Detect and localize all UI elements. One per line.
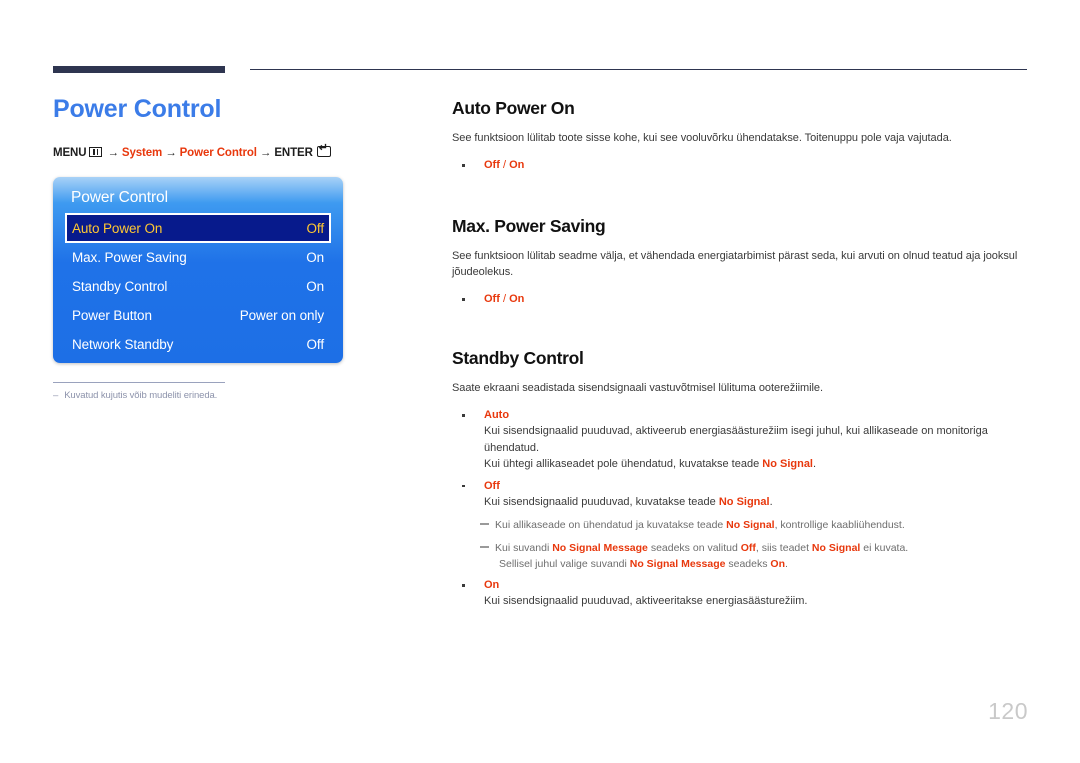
no-signal-message-token: No Signal Message <box>629 558 726 570</box>
header-rule-thin <box>250 69 1027 70</box>
option-item: Off / On <box>452 291 1028 307</box>
caption-divider <box>53 382 225 383</box>
no-signal-token: No Signal <box>726 519 775 531</box>
option-label-auto: Auto <box>484 409 510 421</box>
left-column: Power Control MENU → System → Power Control →… <box>53 94 413 401</box>
osd-panel: Power Control Auto Power On Off Max. Pow… <box>53 177 343 363</box>
osd-row-auto-power-on[interactable]: Auto Power On Off <box>65 213 331 243</box>
option-desc-on-line1: Kui sisendsignaalid puuduvad, aktiveerit… <box>484 595 808 607</box>
option-label-on: On <box>484 579 500 591</box>
osd-row-standby-control[interactable]: Standby Control On <box>65 272 331 301</box>
section-heading-auto-power-on: Auto Power On <box>452 98 575 118</box>
osd-row-label: Power Button <box>72 308 152 323</box>
text-fragment: seadeks <box>725 558 771 570</box>
option-on: On <box>509 293 525 305</box>
text-fragment: seadeks on valitud <box>647 542 741 554</box>
dash-note-no-signal-message: Kui suvandi No Signal Message seadeks on… <box>452 540 1028 556</box>
option-item-auto: Auto <box>452 407 1028 423</box>
option-on: On <box>509 159 525 171</box>
osd-row-label: Max. Power Saving <box>72 250 187 265</box>
caption-dash: – <box>53 390 59 401</box>
caption-text: Kuvatud kujutis võib mudeliti erineda. <box>64 390 218 401</box>
no-signal-token: No Signal <box>718 495 770 508</box>
option-list-max-power-saving: Off / On <box>452 291 1028 307</box>
text-fragment: . <box>769 495 773 508</box>
enter-key-icon <box>316 143 331 157</box>
text-fragment: , kontrollige kaabliühendust. <box>774 519 905 531</box>
option-item-on: On <box>452 577 1028 593</box>
dash-note-cable: Kui allikaseade on ühendatud ja kuvataks… <box>452 517 1028 533</box>
text-fragment: Kui suvandi <box>495 542 553 554</box>
breadcrumb-enter-label: ENTER <box>274 147 313 159</box>
option-on-token: On <box>770 558 785 570</box>
page-title: Power Control <box>53 95 222 123</box>
text-fragment: Kui ühtegi allikaseadet pole ühendatud, … <box>484 458 763 470</box>
option-item-off: Off <box>452 478 1028 494</box>
osd-row-label: Network Standby <box>72 337 174 352</box>
option-separator: / <box>499 159 510 171</box>
breadcrumb-step-system: System <box>121 147 163 159</box>
breadcrumb-arrow-1: → <box>107 147 119 159</box>
no-signal-message-token: No Signal Message <box>552 542 648 554</box>
page-number: 120 <box>988 698 1028 724</box>
caption-note: – Kuvatud kujutis võib mudeliti erineda. <box>53 390 413 401</box>
option-off-token: Off <box>740 542 756 554</box>
osd-menu-list: Auto Power On Off Max. Power Saving On S… <box>65 213 331 359</box>
osd-row-value: Off <box>306 220 325 236</box>
option-list-auto-power-on: Off / On <box>452 157 1028 173</box>
osd-row-value: On <box>306 279 324 294</box>
dash-note-no-signal-message-cont: Sellisel juhul valige suvandi No Signal … <box>452 556 1028 572</box>
text-fragment: , siis teadet <box>755 542 812 554</box>
text-fragment: . <box>785 558 788 570</box>
osd-row-max-power-saving[interactable]: Max. Power Saving On <box>65 243 331 272</box>
option-desc-auto-line1: Kui sisendsignaalid puuduvad, aktiveerub… <box>484 425 988 454</box>
option-off: Off <box>484 159 500 171</box>
no-signal-token: No Signal <box>811 542 861 554</box>
osd-row-label: Standby Control <box>72 279 168 294</box>
option-label-off: Off <box>484 479 500 492</box>
text-fragment: Sellisel juhul valige suvandi <box>499 558 630 570</box>
option-item: Off / On <box>452 157 1028 173</box>
option-off: Off <box>484 293 500 305</box>
section-paragraph-standby-control: Saate ekraani seadistada sisendsignaali … <box>452 382 823 394</box>
no-signal-token: No Signal <box>762 458 813 470</box>
breadcrumb-step-power-control: Power Control <box>179 147 257 159</box>
osd-row-value: Off <box>306 337 325 352</box>
text-fragment: Kui sisendsignaalid puuduvad, kuvatakse … <box>484 495 719 508</box>
header-rules <box>53 66 1027 76</box>
option-desc-off-line1: Kui sisendsignaalid puuduvad, kuvatakse … <box>452 494 1028 511</box>
option-list-standby-control: Auto Kui sisendsignaalid puuduvad, aktiv… <box>452 407 1028 610</box>
osd-row-value: On <box>306 250 324 265</box>
text-fragment: Kui allikaseade on ühendatud ja kuvataks… <box>495 519 727 531</box>
osd-row-value: Power on only <box>239 308 324 323</box>
section-paragraph-auto-power-on: See funktsioon lülitab toote sisse kohe,… <box>452 132 952 144</box>
section-heading-standby-control: Standby Control <box>452 348 584 368</box>
osd-row-power-button[interactable]: Power Button Power on only <box>65 301 331 330</box>
breadcrumb-menu-label: MENU <box>53 147 87 159</box>
osd-row-network-standby[interactable]: Network Standby Off <box>65 330 331 359</box>
text-fragment: ei kuvata. <box>860 542 909 554</box>
osd-row-label: Auto Power On <box>72 220 163 236</box>
section-paragraph-max-power-saving: See funktsioon lülitab seadme välja, et … <box>452 250 1018 278</box>
text-fragment: . <box>813 458 817 470</box>
option-desc-auto-line2: Kui ühtegi allikaseadet pole ühendatud, … <box>452 456 1028 473</box>
option-separator: / <box>499 293 510 305</box>
breadcrumb: MENU → System → Power Control → ENTER <box>53 143 413 159</box>
header-rule-thick <box>53 66 225 73</box>
right-column: Auto Power On See funktsioon lülitab too… <box>452 98 1028 610</box>
breadcrumb-arrow-3: → <box>259 147 272 159</box>
osd-panel-title: Power Control <box>71 189 168 206</box>
menu-grid-icon <box>89 147 103 157</box>
breadcrumb-arrow-2: → <box>165 147 177 159</box>
section-heading-max-power-saving: Max. Power Saving <box>452 216 606 236</box>
